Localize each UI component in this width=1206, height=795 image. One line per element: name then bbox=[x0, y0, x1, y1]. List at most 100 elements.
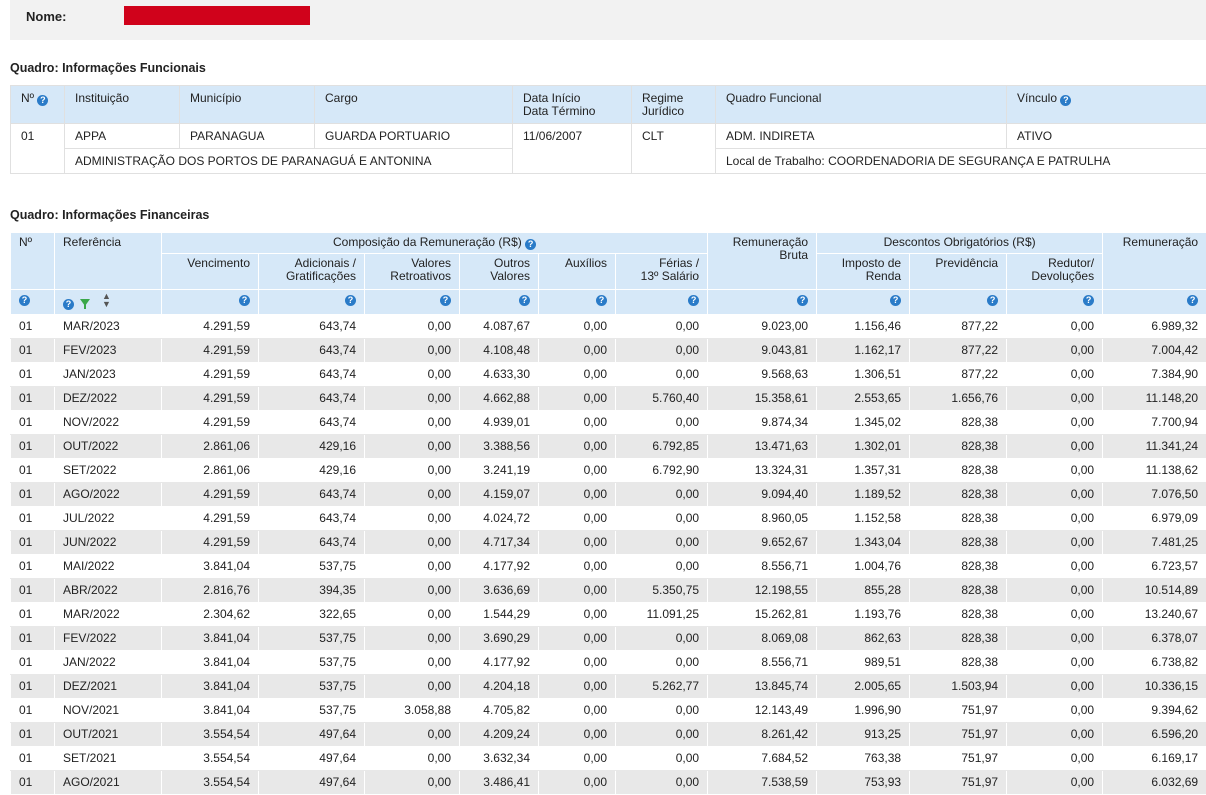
col-outros: OutrosValores bbox=[460, 254, 539, 290]
cell-remuneracao: 7.004,42 bbox=[1103, 339, 1206, 363]
table-row: 01OUT/20222.861,06429,160,003.388,560,00… bbox=[11, 435, 1206, 459]
cell-previdencia: 828,38 bbox=[910, 651, 1007, 675]
cell-retroativos: 0,00 bbox=[365, 771, 460, 795]
cell-remuneracao: 6.738,82 bbox=[1103, 651, 1206, 675]
cell-previdencia: 828,38 bbox=[910, 555, 1007, 579]
cell-outros: 4.209,24 bbox=[460, 723, 539, 747]
cell-remuneracao: 10.514,89 bbox=[1103, 579, 1206, 603]
cell-retroativos: 0,00 bbox=[365, 507, 460, 531]
cell-ferias: 0,00 bbox=[616, 411, 708, 435]
cell-auxilios: 0,00 bbox=[539, 435, 616, 459]
cell-adicionais: 643,74 bbox=[259, 531, 365, 555]
cell-num: 01 bbox=[11, 627, 55, 651]
help-icon[interactable]: ? bbox=[525, 239, 536, 250]
cell-remuneracao: 6.596,20 bbox=[1103, 723, 1206, 747]
cell-num: 01 bbox=[11, 579, 55, 603]
help-icon[interactable]: ? bbox=[519, 295, 530, 306]
cell-redutor: 0,00 bbox=[1007, 411, 1103, 435]
cell-auxilios: 0,00 bbox=[539, 627, 616, 651]
cell-outros: 3.241,19 bbox=[460, 459, 539, 483]
col-ferias: Férias /13º Salário bbox=[616, 254, 708, 290]
help-icon[interactable]: ? bbox=[440, 295, 451, 306]
cell-adicionais: 537,75 bbox=[259, 651, 365, 675]
table-row: 01JAN/20223.841,04537,750,004.177,920,00… bbox=[11, 651, 1206, 675]
help-icon[interactable]: ? bbox=[1187, 295, 1198, 306]
cell-vencimento: 4.291,59 bbox=[162, 531, 259, 555]
cell-retroativos: 0,00 bbox=[365, 651, 460, 675]
help-icon[interactable]: ? bbox=[596, 295, 607, 306]
help-icon[interactable]: ? bbox=[987, 295, 998, 306]
cell-imposto: 2.005,65 bbox=[817, 675, 910, 699]
cell-imposto: 753,93 bbox=[817, 771, 910, 795]
table-row: 01JUL/20224.291,59643,740,004.024,720,00… bbox=[11, 507, 1206, 531]
cell-redutor: 0,00 bbox=[1007, 339, 1103, 363]
cell-adicionais: 429,16 bbox=[259, 435, 365, 459]
help-icon[interactable]: ? bbox=[345, 295, 356, 306]
cell-imposto: 855,28 bbox=[817, 579, 910, 603]
cell-auxilios: 0,00 bbox=[539, 555, 616, 579]
cell-outros: 4.159,07 bbox=[460, 483, 539, 507]
cell-ferias: 0,00 bbox=[616, 339, 708, 363]
cell-imposto: 913,25 bbox=[817, 723, 910, 747]
cell-redutor: 0,00 bbox=[1007, 507, 1103, 531]
sort-icon[interactable]: ▲▼ bbox=[102, 292, 111, 308]
col-redutor: Redutor/Devoluções bbox=[1007, 254, 1103, 290]
cell-adicionais: 497,64 bbox=[259, 723, 365, 747]
cell-outros: 3.388,56 bbox=[460, 435, 539, 459]
cell-ferias: 0,00 bbox=[616, 555, 708, 579]
group-composicao: Composição da Remuneração (R$) ? bbox=[162, 233, 708, 254]
cell-bruta: 13.845,74 bbox=[708, 675, 817, 699]
cell-bruta: 9.652,67 bbox=[708, 531, 817, 555]
cell-outros: 3.486,41 bbox=[460, 771, 539, 795]
cell-imposto: 1.302,01 bbox=[817, 435, 910, 459]
cell-previdencia: 828,38 bbox=[910, 507, 1007, 531]
cell-retroativos: 0,00 bbox=[365, 675, 460, 699]
cell-retroativos: 0,00 bbox=[365, 627, 460, 651]
cell-adicionais: 643,74 bbox=[259, 483, 365, 507]
cell-vencimento: 4.291,59 bbox=[162, 507, 259, 531]
financeiras-title: Quadro: Informações Financeiras bbox=[10, 208, 209, 222]
help-icon[interactable]: ? bbox=[239, 295, 250, 306]
cell-num: 01 bbox=[11, 675, 55, 699]
cell-ferias: 5.262,77 bbox=[616, 675, 708, 699]
help-icon[interactable]: ? bbox=[890, 295, 901, 306]
cell-remuneracao: 6.169,17 bbox=[1103, 747, 1206, 771]
help-icon[interactable]: ? bbox=[1060, 95, 1071, 106]
cell-ferias: 0,00 bbox=[616, 363, 708, 387]
help-icon[interactable]: ? bbox=[797, 295, 808, 306]
cell-referencia: SET/2022 bbox=[55, 459, 162, 483]
help-icon[interactable]: ? bbox=[63, 299, 74, 310]
cell-bruta: 9.874,34 bbox=[708, 411, 817, 435]
cell-referencia: MAI/2022 bbox=[55, 555, 162, 579]
cell-previdencia: 828,38 bbox=[910, 531, 1007, 555]
cell-num: 01 bbox=[11, 771, 55, 795]
cell-vencimento: 4.291,59 bbox=[162, 483, 259, 507]
filter-icon[interactable] bbox=[80, 299, 90, 306]
cell-num: 01 bbox=[11, 411, 55, 435]
cell-num: 01 bbox=[11, 387, 55, 411]
help-icon[interactable]: ? bbox=[37, 95, 48, 106]
cell-adicionais: 643,74 bbox=[259, 387, 365, 411]
cell-adicionais: 537,75 bbox=[259, 627, 365, 651]
cell-adicionais: 394,35 bbox=[259, 579, 365, 603]
help-icon[interactable]: ? bbox=[688, 295, 699, 306]
cell-adicionais: 643,74 bbox=[259, 411, 365, 435]
table-row: 01SET/20213.554,54497,640,003.632,340,00… bbox=[11, 747, 1206, 771]
cell-imposto: 1.996,90 bbox=[817, 699, 910, 723]
cell-outros: 4.177,92 bbox=[460, 651, 539, 675]
cell-retroativos: 0,00 bbox=[365, 483, 460, 507]
cell-retroativos: 0,00 bbox=[365, 387, 460, 411]
cell-imposto: 1.189,52 bbox=[817, 483, 910, 507]
cell-retroativos: 0,00 bbox=[365, 411, 460, 435]
cell-vencimento: 3.841,04 bbox=[162, 555, 259, 579]
table-row: 01DEZ/20224.291,59643,740,004.662,880,00… bbox=[11, 387, 1206, 411]
cell-num: 01 bbox=[11, 555, 55, 579]
cell-bruta: 8.261,42 bbox=[708, 723, 817, 747]
help-icon[interactable]: ? bbox=[19, 295, 30, 306]
cell-auxilios: 0,00 bbox=[539, 699, 616, 723]
funcionais-table: Nº ? Instituição Município Cargo Data In… bbox=[10, 85, 1206, 174]
help-icon[interactable]: ? bbox=[1083, 295, 1094, 306]
cell-previdencia: 828,38 bbox=[910, 435, 1007, 459]
table-row: 01FEV/20234.291,59643,740,004.108,480,00… bbox=[11, 339, 1206, 363]
cell-previdencia: 751,97 bbox=[910, 699, 1007, 723]
